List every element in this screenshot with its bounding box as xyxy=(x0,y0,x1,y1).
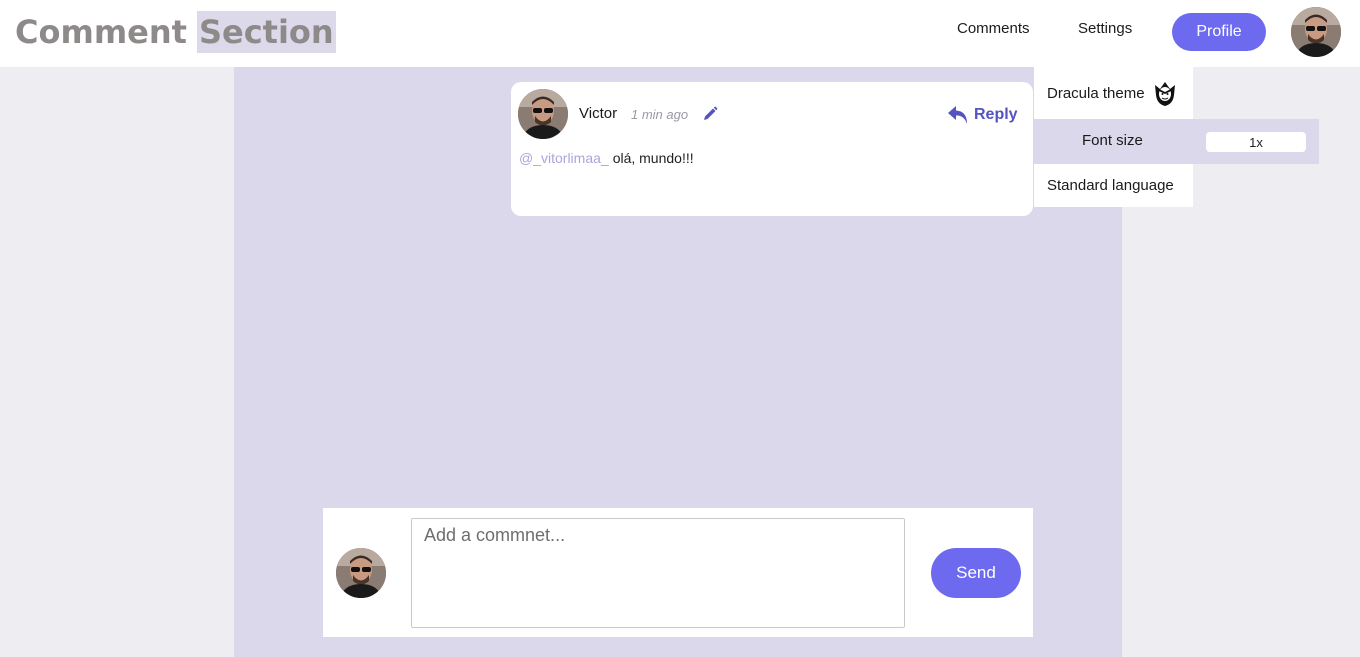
reply-button[interactable]: Reply xyxy=(947,103,1018,127)
comment-timestamp: 1 min ago xyxy=(631,107,689,122)
dracula-icon xyxy=(1154,82,1175,106)
menu-item-language[interactable]: Standard language xyxy=(1034,164,1193,207)
nav-comments-link[interactable]: Comments xyxy=(957,20,1030,37)
composer-avatar xyxy=(336,548,386,598)
comment-mention[interactable]: @_vitorlimaa_ xyxy=(519,150,609,166)
avatar-photo xyxy=(518,89,568,139)
logo-word-section: Section xyxy=(196,11,336,53)
comment-username[interactable]: Victor xyxy=(579,105,617,122)
avatar-photo xyxy=(1291,7,1341,57)
menu-item-dracula-theme[interactable]: Dracula theme xyxy=(1034,67,1193,119)
reply-arrow-icon xyxy=(948,106,967,124)
dracula-theme-label: Dracula theme xyxy=(1047,84,1145,102)
comment-body: @_vitorlimaa_ olá, mundo!!! xyxy=(519,150,694,166)
profile-button[interactable]: Profile xyxy=(1172,13,1266,51)
comment-input[interactable] xyxy=(411,518,905,628)
comment-text: olá, mundo!!! xyxy=(612,150,694,166)
reply-label: Reply xyxy=(974,106,1018,123)
logo-word-comment: Comment xyxy=(15,13,187,51)
pencil-icon[interactable] xyxy=(702,106,718,122)
app-logo[interactable]: Comment Section xyxy=(15,11,336,53)
send-button[interactable]: Send xyxy=(931,548,1021,598)
avatar-photo xyxy=(336,548,386,598)
font-size-select[interactable]: 1x xyxy=(1206,132,1306,152)
nav-settings-link[interactable]: Settings xyxy=(1078,20,1132,37)
font-size-label: Font size xyxy=(1082,132,1143,149)
comment-avatar[interactable] xyxy=(518,89,568,139)
header-avatar[interactable] xyxy=(1291,7,1341,57)
menu-item-font-size[interactable]: Font size 1x xyxy=(1034,119,1319,164)
header-bar: Comment Section Comments Settings Profil… xyxy=(0,0,1360,67)
